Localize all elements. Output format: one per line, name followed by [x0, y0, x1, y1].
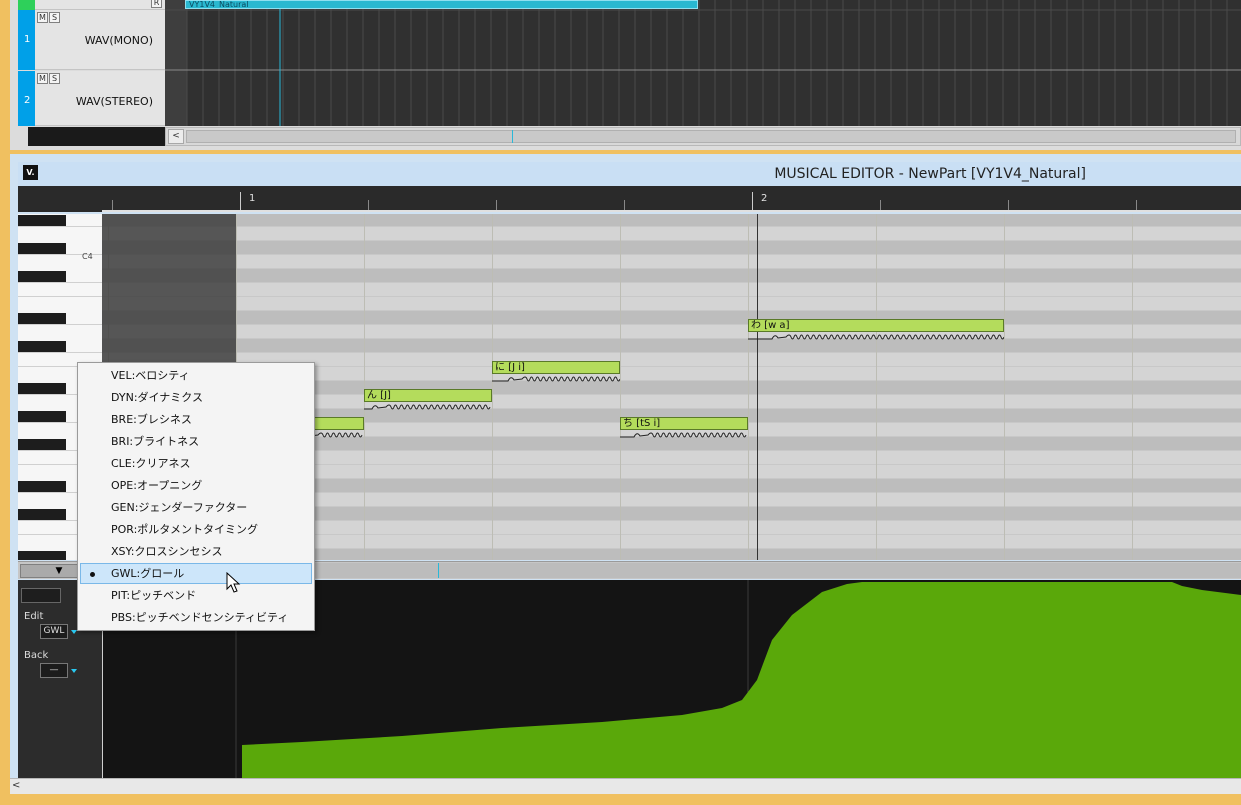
track-name: WAV(MONO) — [84, 34, 153, 47]
part-block[interactable]: VY1V4_Natural — [185, 0, 698, 9]
playhead-marker — [512, 130, 513, 143]
curve-parameter-menu: VEL:ベロシティ DYN:ダイナミクス BRE:ブレシネス BRI:ブライトネ… — [77, 362, 315, 631]
menu-item-pbs[interactable]: PBS:ピッチベンドセンシティビティ — [80, 607, 312, 628]
track-footer — [28, 127, 165, 146]
editor-title: MUSICAL EDITOR - NewPart [VY1V4_Natural] — [774, 166, 1086, 182]
vibrato-line — [748, 334, 1004, 340]
menu-item-dyn[interactable]: DYN:ダイナミクス — [80, 387, 312, 408]
track-color-marker — [18, 0, 35, 10]
editor-titlebar: V. MUSICAL EDITOR - NewPart [VY1V4_Natur… — [18, 162, 1241, 186]
track-header-2[interactable]: M S WAV(STEREO) — [35, 71, 165, 126]
solo-button[interactable]: S — [49, 73, 60, 84]
track-number-2: 2 — [18, 71, 35, 126]
playhead-marker — [438, 563, 439, 578]
vibrato-line — [364, 404, 491, 410]
menu-item-bre[interactable]: BRE:ブレシネス — [80, 409, 312, 430]
menu-item-ope[interactable]: OPE:オープニング — [80, 475, 312, 496]
scroll-thumb[interactable] — [186, 130, 1236, 143]
bar-2-line — [757, 214, 758, 560]
scroll-left-button[interactable]: < — [12, 780, 20, 791]
note[interactable]: わ [w a] — [748, 319, 1004, 332]
track-header-top: R — [35, 0, 165, 10]
track-horizontal-scrollbar[interactable]: < — [165, 127, 1241, 146]
part-label: VY1V4_Natural — [189, 0, 249, 9]
control-value-box[interactable] — [21, 588, 61, 603]
edit-label: Edit — [24, 611, 44, 622]
part-record-icon[interactable]: R — [151, 0, 162, 8]
solo-button[interactable]: S — [49, 12, 60, 23]
menu-item-cle[interactable]: CLE:クリアネス — [80, 453, 312, 474]
menu-item-xsy[interactable]: XSY:クロスシンセシス — [80, 541, 312, 562]
vibrato-line — [620, 432, 747, 438]
track-number-1: 1 — [18, 10, 35, 70]
chevron-down-icon[interactable] — [71, 669, 77, 673]
track-pane: R 1 M S WAV(MONO) 2 M S WAV(STEREO) VY1V… — [10, 0, 1241, 150]
track-name: WAV(STEREO) — [75, 95, 153, 108]
menu-item-gen[interactable]: GEN:ジェンダーファクター — [80, 497, 312, 518]
ruler-corner — [18, 186, 102, 212]
edit-parameter-select[interactable]: GWL — [40, 624, 68, 639]
octave-label-c4: C4 — [82, 252, 93, 261]
menu-item-vel[interactable]: VEL:ベロシティ — [80, 365, 312, 386]
vibrato-line — [492, 376, 620, 382]
mouse-cursor-icon — [226, 572, 241, 593]
track-timeline[interactable]: VY1V4_Natural — [165, 0, 1241, 126]
menu-item-bri[interactable]: BRI:ブライトネス — [80, 431, 312, 452]
note[interactable]: に [J i] — [492, 361, 620, 374]
mute-button[interactable]: M — [37, 12, 48, 23]
editor-horizontal-scrollbar[interactable]: < — [10, 778, 1241, 794]
bar-number: 2 — [761, 193, 768, 204]
mute-button[interactable]: M — [37, 73, 48, 84]
bar-number: 1 — [249, 193, 256, 204]
scroll-left-button[interactable]: < — [168, 129, 184, 144]
note[interactable]: ん [J] — [364, 389, 492, 402]
menu-item-gwl[interactable]: GWL:グロール — [80, 563, 312, 584]
menu-item-pit[interactable]: PIT:ピッチベンド — [80, 585, 312, 606]
bar-ruler[interactable]: 1 2 — [102, 186, 1241, 212]
track-header-1[interactable]: M S WAV(MONO) — [35, 10, 165, 70]
back-parameter-select[interactable]: — — [40, 663, 68, 678]
menu-item-por[interactable]: POR:ポルタメントタイミング — [80, 519, 312, 540]
track-grid-lines — [165, 0, 1241, 126]
vocaloid-logo-icon[interactable]: V. — [23, 165, 38, 180]
note[interactable]: ち [tS i] — [620, 417, 748, 430]
selected-bullet-icon — [90, 572, 95, 577]
back-label: Back — [24, 650, 49, 661]
